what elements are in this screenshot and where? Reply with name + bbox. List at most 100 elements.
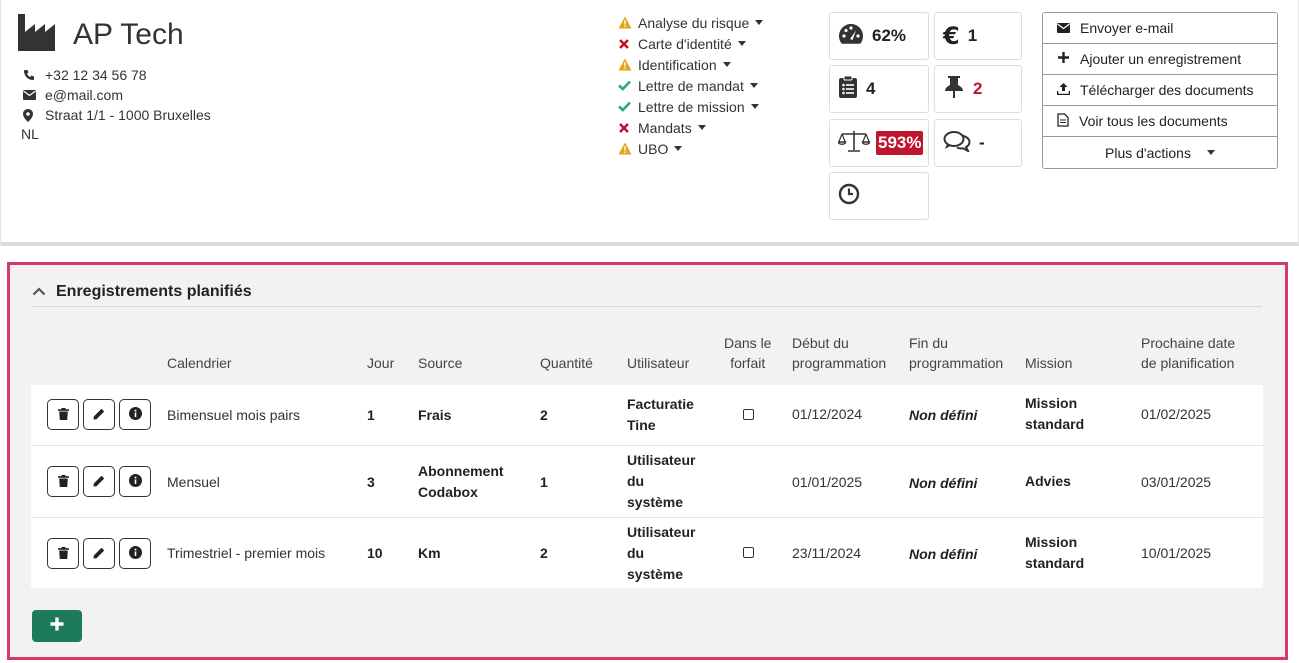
caret-down-icon <box>722 62 731 67</box>
header-source: Source <box>418 355 463 371</box>
info-circle-icon <box>128 473 142 490</box>
edit-button[interactable] <box>83 399 115 430</box>
delete-button[interactable] <box>47 466 79 497</box>
trash-icon <box>57 474 69 490</box>
checkmark-icon <box>618 101 638 112</box>
check-identification[interactable]: Identification <box>618 54 763 75</box>
factory-icon <box>17 12 59 57</box>
plus-icon <box>49 616 65 637</box>
edit-button[interactable] <box>83 538 115 569</box>
cell-source: Abonnement Codabox <box>418 461 504 503</box>
chevron-up-icon[interactable] <box>32 283 46 301</box>
send-email-button[interactable]: Envoyer e-mail <box>1043 13 1277 44</box>
cell-next-date: 10/01/2025 <box>1141 545 1212 561</box>
cell-start: 23/11/2024 <box>792 545 862 561</box>
warning-icon <box>618 16 638 29</box>
stat-balance[interactable]: 593% <box>829 119 929 167</box>
section-title: Enregistrements planifiés <box>56 282 252 300</box>
stat-tasks[interactable]: 4 <box>829 65 929 113</box>
delete-button[interactable] <box>47 399 79 430</box>
info-button[interactable] <box>119 399 151 430</box>
cell-mission: Mission standard <box>1025 532 1084 574</box>
cell-user-line1: Utilisateur <box>627 524 696 540</box>
stat-pins[interactable]: 2 <box>934 65 1022 113</box>
check-analyse-risque[interactable]: Analyse du risque <box>618 12 764 33</box>
euro-icon: € <box>943 22 960 50</box>
edit-button[interactable] <box>83 466 115 497</box>
stat-euro[interactable]: € 1 <box>934 12 1022 60</box>
info-button[interactable] <box>119 466 151 497</box>
in-package-checkbox[interactable] <box>743 409 754 420</box>
caret-down-icon <box>755 20 764 25</box>
cross-icon <box>618 122 638 134</box>
action-label: Ajouter un enregistrement <box>1080 51 1242 67</box>
email-address[interactable]: e@mail.com <box>45 87 123 103</box>
caret-down-icon <box>737 41 746 46</box>
stat-value: 1 <box>967 26 978 45</box>
caret-down-icon <box>697 125 706 130</box>
cell-end: Non défini <box>909 475 978 491</box>
cell-user-line2: Tine <box>627 417 656 433</box>
scheduled-records-table: Calendrier Jour Source Quantité Utilisat… <box>31 325 1263 588</box>
header-next-date: Prochaine date de planification <box>1141 333 1235 373</box>
header-user: Utilisateur <box>627 355 690 371</box>
cell-quantity: 2 <box>540 545 548 561</box>
comments-icon <box>943 130 971 157</box>
delete-button[interactable] <box>47 538 79 569</box>
address: Straat 1/1 - 1000 Bruxelles <box>45 107 211 123</box>
cell-user: Utilisateur du système <box>627 450 695 513</box>
view-documents-button[interactable]: Voir tous les documents <box>1043 106 1277 137</box>
stat-comments[interactable]: - <box>934 119 1022 167</box>
header-in-package-line1: Dans le <box>724 335 772 351</box>
header-in-package-line2: forfait <box>730 355 766 371</box>
upload-documents-button[interactable]: Télécharger des documents <box>1043 75 1277 106</box>
cell-calendar: Trimestriel - premier mois <box>167 545 326 561</box>
cell-day: 3 <box>367 474 375 490</box>
info-button[interactable] <box>119 538 151 569</box>
table-row: Trimestriel - premier mois 10 Km 2 Utili… <box>31 517 1263 588</box>
table-header: Calendrier Jour Source Quantité Utilisat… <box>31 325 1263 385</box>
in-package-checkbox[interactable] <box>743 547 754 558</box>
section-header[interactable]: Enregistrements planifiés <box>32 277 1262 307</box>
more-actions-dropdown[interactable]: Plus d'actions <box>1043 137 1277 168</box>
phone-number[interactable]: +32 12 34 56 78 <box>45 67 147 83</box>
check-lettre-mandat[interactable]: Lettre de mandat <box>618 75 763 96</box>
checkmark-icon <box>618 80 638 91</box>
stat-value: - <box>979 133 985 152</box>
cell-mission: Mission standard <box>1025 393 1084 435</box>
pencil-icon <box>93 407 105 423</box>
stat-time[interactable] <box>829 172 929 220</box>
check-lettre-mission[interactable]: Lettre de mission <box>618 96 763 117</box>
check-label: Lettre de mandat <box>638 77 744 94</box>
header-next-line1: Prochaine date <box>1141 335 1236 351</box>
header-day: Jour <box>367 355 395 371</box>
cell-user-line2: du <box>627 545 645 561</box>
check-ubo[interactable]: UBO <box>618 138 763 159</box>
cell-mission: Advies <box>1025 473 1071 489</box>
check-label: UBO <box>638 140 669 157</box>
balance-scale-icon <box>837 129 871 158</box>
stat-dashboard[interactable]: 62% <box>829 12 929 60</box>
pencil-icon <box>93 546 105 562</box>
add-scheduled-record-button[interactable] <box>32 610 82 642</box>
cell-user: Utilisateur du système <box>627 522 695 585</box>
cell-user-line3: système <box>627 494 684 510</box>
upload-icon <box>1056 82 1071 98</box>
check-label: Lettre de mission <box>638 98 745 115</box>
cell-next-date: 03/01/2025 <box>1141 474 1212 490</box>
header-mission: Mission <box>1025 355 1073 371</box>
cell-quantity: 2 <box>540 407 548 423</box>
cell-mission-line2: standard <box>1025 555 1085 571</box>
cross-icon <box>618 38 638 50</box>
action-label: Télécharger des documents <box>1080 82 1254 98</box>
cell-end: Non défini <box>909 407 978 423</box>
check-mandats[interactable]: Mandats <box>618 117 763 138</box>
thumbtack-icon <box>943 75 965 104</box>
cell-start: 01/12/2024 <box>792 406 863 422</box>
header-start-line1: Début du <box>792 335 849 351</box>
caret-down-icon <box>750 104 759 109</box>
plus-icon <box>1057 51 1070 67</box>
add-record-button[interactable]: Ajouter un enregistrement <box>1043 44 1277 75</box>
header-quantity: Quantité <box>540 355 593 371</box>
check-carte-identite[interactable]: Carte d'identité <box>618 33 763 54</box>
